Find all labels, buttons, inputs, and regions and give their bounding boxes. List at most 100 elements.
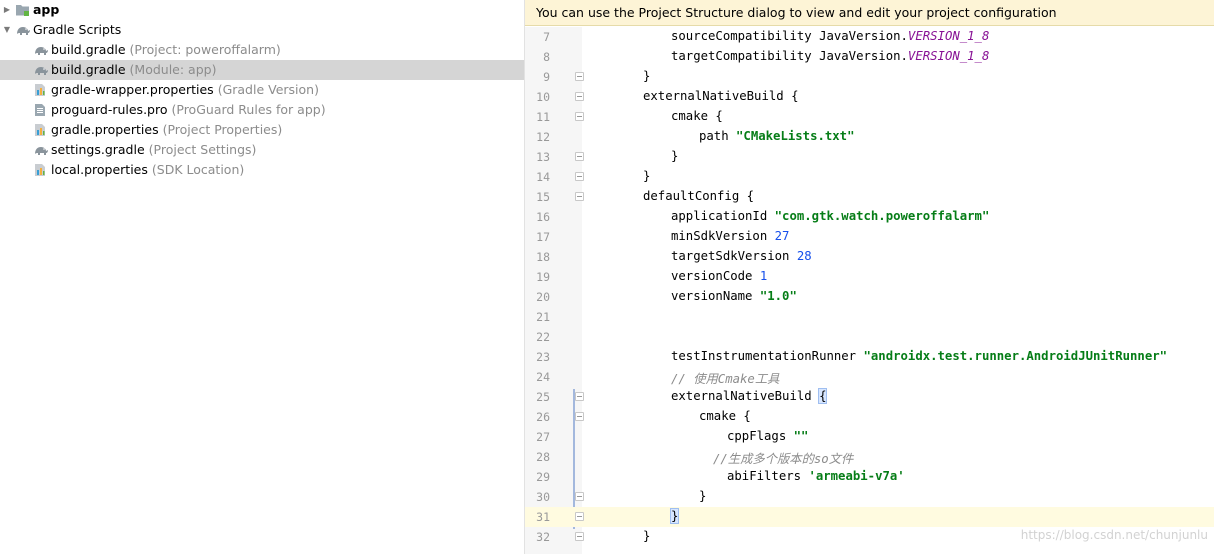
fold-marker-icon[interactable] — [575, 92, 584, 101]
fold-marker-icon[interactable] — [575, 152, 584, 161]
code-editor[interactable]: You can use the Project Structure dialog… — [524, 0, 1214, 554]
tree-item[interactable]: local.properties (SDK Location) — [0, 160, 524, 180]
code-line[interactable]: 16 applicationId "com.gtk.watch.poweroffa… — [525, 207, 1214, 227]
code-token: testInstrumentationRunner — [671, 349, 864, 363]
code-text: targetSdkVersion 28 — [671, 249, 812, 263]
tree-item-name: build.gradle — [51, 62, 126, 77]
code-text: } — [671, 149, 678, 163]
tree-item[interactable]: proguard-rules.pro (ProGuard Rules for ap… — [0, 100, 524, 120]
code-line[interactable]: 20 versionName "1.0" — [525, 287, 1214, 307]
code-text: } — [643, 529, 650, 543]
line-number: 14 — [536, 170, 550, 184]
code-token: 'armeabi-v7a' — [808, 469, 905, 483]
fold-marker-icon[interactable] — [575, 512, 584, 521]
line-number: 26 — [536, 410, 550, 424]
code-line[interactable]: 23 testInstrumentationRunner "androidx.te… — [525, 347, 1214, 367]
code-text: defaultConfig { — [643, 189, 754, 203]
line-number: 32 — [536, 530, 550, 544]
code-token: 1 — [759, 269, 768, 283]
code-line[interactable]: 25 externalNativeBuild { — [525, 387, 1214, 407]
tree-item-description: (Project: poweroffalarm) — [129, 42, 281, 57]
fold-marker-icon[interactable] — [575, 492, 584, 501]
fold-marker-icon[interactable] — [575, 192, 584, 201]
properties-file-icon — [33, 163, 48, 177]
code-token: minSdkVersion — [671, 229, 775, 243]
code-text: minSdkVersion 27 — [671, 229, 789, 243]
tree-item-name: gradle.properties — [51, 122, 159, 137]
code-text: } — [643, 169, 650, 183]
code-token: "CMakeLists.txt" — [736, 129, 855, 143]
code-line[interactable]: 26 cmake { — [525, 407, 1214, 427]
module-folder-icon — [15, 3, 30, 17]
tree-item[interactable]: gradle.properties (Project Properties) — [0, 120, 524, 140]
code-line[interactable]: 24 // 使用Cmake工具 — [525, 367, 1214, 387]
code-line[interactable]: 8 targetCompatibility JavaVersion.VERSION… — [525, 47, 1214, 67]
tree-item[interactable]: ▶ app — [0, 0, 524, 20]
code-line[interactable]: 14} — [525, 167, 1214, 187]
fold-marker-icon[interactable] — [575, 72, 584, 81]
line-number: 8 — [543, 50, 550, 64]
tree-item[interactable]: gradle-wrapper.properties (Gradle Version… — [0, 80, 524, 100]
code-token: targetCompatibility JavaVersion. — [671, 49, 908, 63]
tree-item-name: local.properties — [51, 162, 148, 177]
project-structure-banner[interactable]: You can use the Project Structure dialog… — [525, 0, 1214, 26]
code-line[interactable]: 28 //生成多个版本的so文件 — [525, 447, 1214, 467]
code-line[interactable]: 15 defaultConfig { — [525, 187, 1214, 207]
code-token: defaultConfig { — [643, 189, 755, 203]
code-token: sourceCompatibility JavaVersion. — [671, 29, 908, 43]
code-token: } — [643, 69, 651, 83]
code-token: } — [643, 169, 651, 183]
line-number: 24 — [536, 370, 550, 384]
code-line[interactable]: 18 targetSdkVersion 28 — [525, 247, 1214, 267]
code-line[interactable]: 30} — [525, 487, 1214, 507]
code-line[interactable]: 29 abiFilters 'armeabi-v7a' — [525, 467, 1214, 487]
code-line[interactable]: 17 minSdkVersion 27 — [525, 227, 1214, 247]
line-number: 22 — [536, 330, 550, 344]
fold-marker-icon[interactable] — [575, 172, 584, 181]
code-token: 28 — [796, 249, 812, 263]
tree-item-label: app — [33, 2, 59, 17]
code-line[interactable]: 11 cmake { — [525, 107, 1214, 127]
code-line[interactable]: 27 cppFlags "" — [525, 427, 1214, 447]
fold-marker-icon[interactable] — [575, 112, 584, 121]
code-line[interactable]: 19 versionCode 1 — [525, 267, 1214, 287]
code-token: applicationId — [671, 209, 775, 223]
code-token: cmake { — [671, 109, 723, 123]
tree-item-name: settings.gradle — [51, 142, 145, 157]
line-number: 27 — [536, 430, 550, 444]
tree-item[interactable]: build.gradle (Module: app) — [0, 60, 524, 80]
code-text: cmake { — [699, 409, 751, 423]
code-line[interactable]: 7 sourceCompatibility JavaVersion.VERSION… — [525, 27, 1214, 47]
gradle-elephant-icon — [33, 43, 48, 57]
tree-item-name: build.gradle — [51, 42, 126, 57]
fold-marker-icon[interactable] — [575, 392, 584, 401]
code-token: "com.gtk.watch.poweroffalarm" — [774, 209, 990, 223]
code-line[interactable]: 13} — [525, 147, 1214, 167]
code-text: targetCompatibility JavaVersion.VERSION_… — [671, 49, 989, 63]
line-number: 19 — [536, 270, 550, 284]
fold-marker-icon[interactable] — [575, 532, 584, 541]
code-token: "" — [793, 429, 809, 443]
tree-item[interactable]: build.gradle (Project: poweroffalarm) — [0, 40, 524, 60]
watermark: https://blog.csdn.net/chunjunlu — [1020, 528, 1208, 542]
code-line[interactable]: 12 path "CMakeLists.txt" — [525, 127, 1214, 147]
code-line[interactable]: 31} — [525, 507, 1214, 527]
code-line[interactable]: 22 — [525, 327, 1214, 347]
code-line[interactable]: 21 — [525, 307, 1214, 327]
code-area[interactable]: 7 sourceCompatibility JavaVersion.VERSION… — [525, 27, 1214, 554]
properties-file-icon — [33, 123, 48, 137]
code-token: } — [671, 149, 679, 163]
tree-item[interactable]: ▼ Gradle Scripts — [0, 20, 524, 40]
code-text: applicationId "com.gtk.watch.poweroffala… — [671, 209, 989, 223]
expand-arrow-right-icon[interactable]: ▶ — [2, 5, 12, 15]
project-tree-panel[interactable]: ▶ app ▼ Gradle Scripts build.gradle (Project:… — [0, 0, 524, 554]
fold-marker-icon[interactable] — [575, 412, 584, 421]
tree-item[interactable]: settings.gradle (Project Settings) — [0, 140, 524, 160]
line-number: 31 — [536, 510, 550, 524]
expand-arrow-down-icon[interactable]: ▼ — [2, 25, 12, 35]
code-line[interactable]: 9} — [525, 67, 1214, 87]
code-token: externalNativeBuild { — [643, 89, 799, 103]
code-text: } — [669, 508, 680, 524]
code-line[interactable]: 10 externalNativeBuild { — [525, 87, 1214, 107]
tree-item-description: (Project Properties) — [162, 122, 283, 137]
